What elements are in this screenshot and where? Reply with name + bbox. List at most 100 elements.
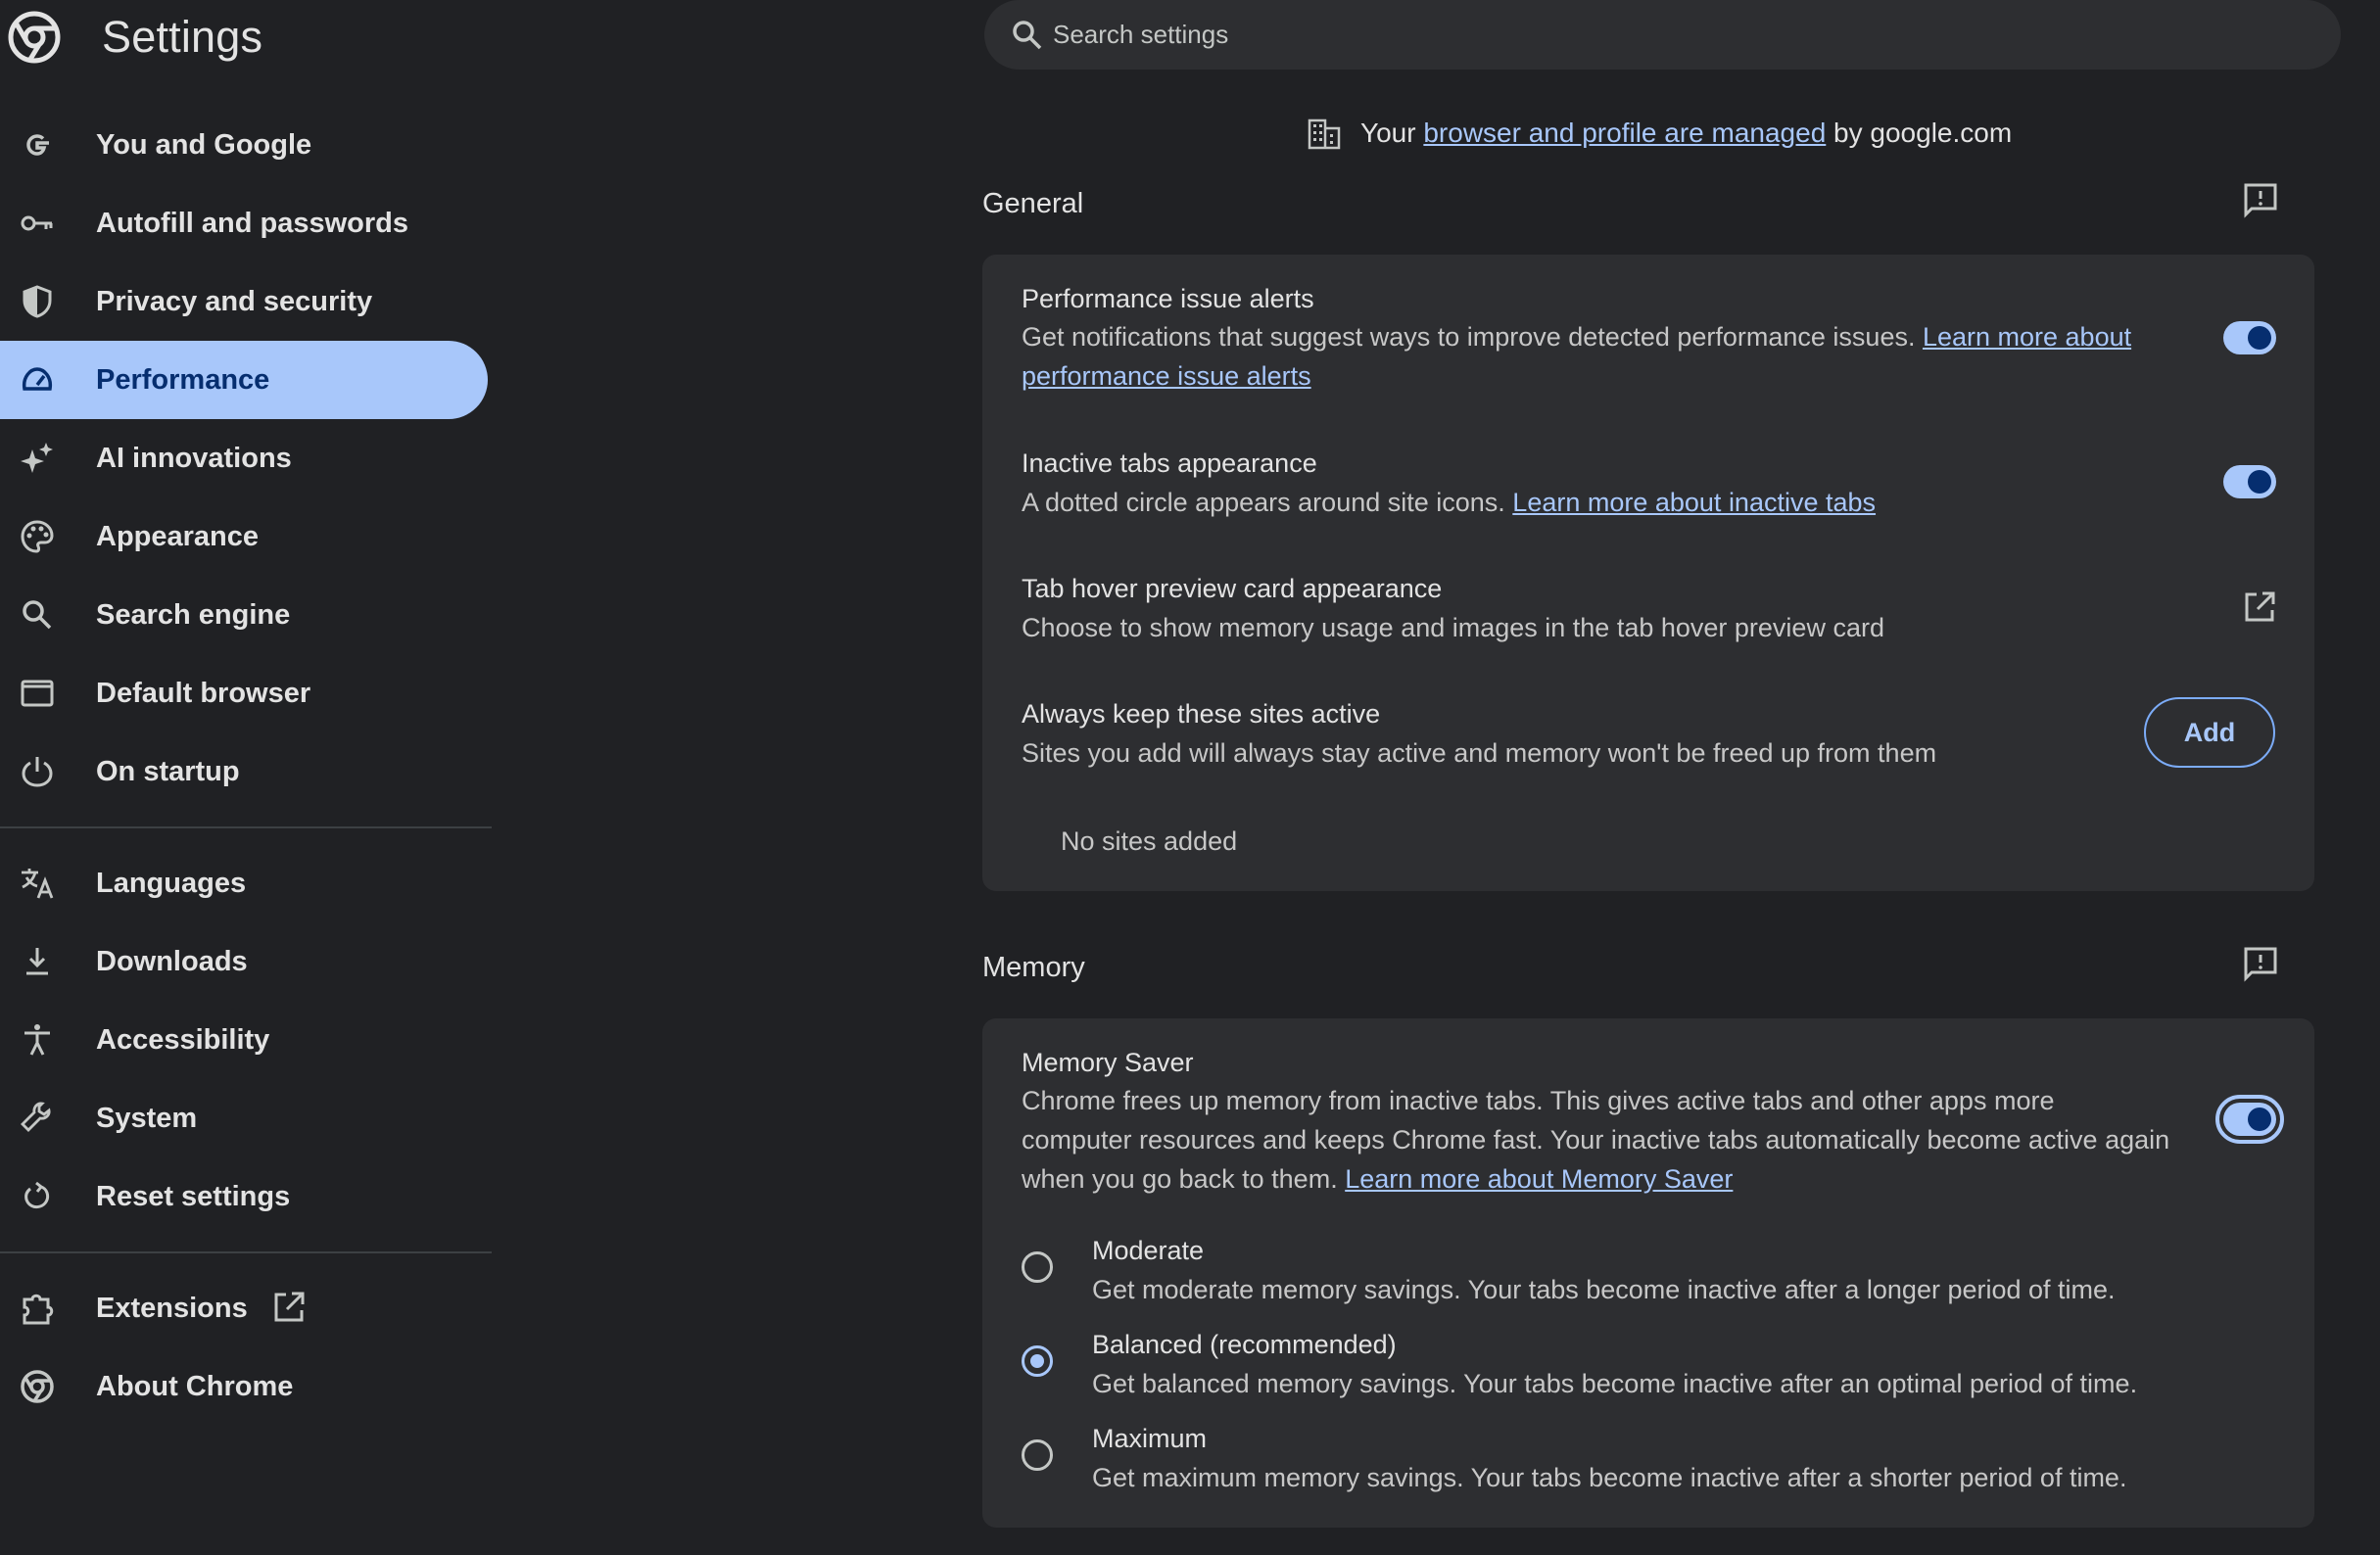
performance-alerts-toggle[interactable] xyxy=(2223,321,2276,354)
option-moderate-title: Moderate xyxy=(1092,1236,1205,1265)
power-icon xyxy=(18,752,57,791)
radio-balanced[interactable] xyxy=(1022,1345,1053,1377)
sidebar-item-on-startup[interactable]: On startup xyxy=(0,732,488,811)
managed-notice: Your browser and profile are managed by … xyxy=(1306,114,2012,153)
reset-icon xyxy=(18,1177,57,1216)
tab-hover-title: Tab hover preview card appearance xyxy=(1022,574,1443,603)
brand: Settings xyxy=(8,8,262,67)
sparkle-icon xyxy=(18,439,57,478)
sidebar-item-system[interactable]: System xyxy=(0,1079,488,1157)
sidebar-item-label: You and Google xyxy=(96,128,312,161)
link-text: Learn more about xyxy=(1922,322,2132,352)
feedback-icon[interactable] xyxy=(2241,180,2280,219)
no-sites-text: No sites added xyxy=(1061,826,1238,856)
sidebar-item-extensions[interactable]: Extensions xyxy=(0,1269,488,1347)
section-title-general: General xyxy=(982,188,1084,219)
performance-alerts-title: Performance issue alerts xyxy=(1022,284,1314,313)
download-icon xyxy=(18,942,57,981)
keep-active-title: Always keep these sites active xyxy=(1022,699,1381,729)
search-icon xyxy=(18,595,57,635)
inactive-tabs-desc: A dotted circle appears around site icon… xyxy=(1022,483,1876,522)
browser-window-icon xyxy=(18,674,57,713)
sidebar-item-label: Reset settings xyxy=(96,1180,291,1212)
sidebar-item-search-engine[interactable]: Search engine xyxy=(0,576,488,654)
sidebar-item-label: Privacy and security xyxy=(96,285,373,317)
radio-moderate[interactable] xyxy=(1022,1251,1053,1283)
memory-saver-title: Memory Saver xyxy=(1022,1048,1194,1077)
shield-icon xyxy=(18,282,57,321)
sidebar-item-you-and-google[interactable]: You and Google xyxy=(0,106,488,184)
sidebar-item-about-chrome[interactable]: About Chrome xyxy=(0,1347,488,1426)
translate-icon xyxy=(18,864,57,903)
wrench-icon xyxy=(18,1099,57,1138)
sidebar-item-downloads[interactable]: Downloads xyxy=(0,922,488,1001)
memory-saver-learn-more-link[interactable]: Learn more about Memory Saver xyxy=(1345,1164,1733,1194)
accessibility-icon xyxy=(18,1020,57,1060)
google-g-icon xyxy=(18,125,57,165)
sidebar-item-reset-settings[interactable]: Reset settings xyxy=(0,1157,488,1236)
sidebar-item-label: Autofill and passwords xyxy=(96,207,409,239)
sidebar-item-label: Appearance xyxy=(96,520,260,552)
performance-alerts-desc-text: Get notifications that suggest ways to i… xyxy=(1022,322,1923,352)
sidebar-divider xyxy=(0,1251,492,1253)
option-balanced-desc: Get balanced memory savings. Your tabs b… xyxy=(1092,1369,2138,1398)
sidebar-item-label: About Chrome xyxy=(96,1370,294,1402)
memory-saver-desc: Chrome frees up memory from inactive tab… xyxy=(1022,1081,2197,1199)
sidebar-item-ai-innovations[interactable]: AI innovations xyxy=(0,419,488,497)
sidebar-item-performance[interactable]: Performance xyxy=(0,341,488,419)
sidebar-item-label: Extensions xyxy=(96,1292,248,1324)
building-icon xyxy=(1308,118,1341,150)
chrome-icon xyxy=(18,1367,57,1406)
managed-text-prefix: Your xyxy=(1360,118,1424,148)
section-title-memory: Memory xyxy=(982,952,1085,983)
search-icon xyxy=(1013,21,1042,50)
sidebar-item-privacy[interactable]: Privacy and security xyxy=(0,262,488,341)
sidebar-item-accessibility[interactable]: Accessibility xyxy=(0,1001,488,1079)
inactive-tabs-desc-text: A dotted circle appears around site icon… xyxy=(1022,488,1513,517)
tab-hover-desc: Choose to show memory usage and images i… xyxy=(1022,613,1884,642)
key-icon xyxy=(18,204,57,243)
feedback-icon[interactable] xyxy=(2241,944,2280,983)
sidebar-item-autofill[interactable]: Autofill and passwords xyxy=(0,184,488,262)
sidebar-item-default-browser[interactable]: Default browser xyxy=(0,654,488,732)
sidebar-item-label: Accessibility xyxy=(96,1023,270,1056)
sidebar-item-label: System xyxy=(96,1102,198,1134)
search-input[interactable] xyxy=(1053,8,2307,62)
memory-saver-toggle[interactable] xyxy=(2215,1095,2284,1144)
puzzle-icon xyxy=(18,1289,57,1328)
sidebar: Settings You and Google Autofill and pas… xyxy=(0,0,494,1555)
performance-alerts-desc: Get notifications that suggest ways to i… xyxy=(1022,317,2177,396)
toggle-knob xyxy=(2248,470,2271,494)
sidebar-item-label: Search engine xyxy=(96,598,291,631)
sidebar-item-label: AI innovations xyxy=(96,442,292,474)
open-in-new-icon[interactable] xyxy=(2241,589,2278,626)
option-balanced-title: Balanced (recommended) xyxy=(1092,1330,1397,1359)
sidebar-item-languages[interactable]: Languages xyxy=(0,844,488,922)
speedometer-icon xyxy=(18,360,57,400)
inactive-tabs-toggle[interactable] xyxy=(2223,465,2276,498)
sidebar-item-label: Default browser xyxy=(96,677,311,709)
managed-text-suffix: by google.com xyxy=(1826,118,2013,148)
sidebar-item-appearance[interactable]: Appearance xyxy=(0,497,488,576)
sidebar-item-label: On startup xyxy=(96,755,240,787)
managed-link[interactable]: browser and profile are managed xyxy=(1423,118,1826,149)
open-in-new-icon xyxy=(274,1292,305,1322)
toggle-knob xyxy=(2248,326,2271,350)
app-title: Settings xyxy=(102,12,263,62)
add-site-button[interactable]: Add xyxy=(2144,697,2275,768)
radio-maximum[interactable] xyxy=(1022,1439,1053,1471)
keep-active-desc: Sites you add will always stay active an… xyxy=(1022,738,1937,768)
toggle-knob xyxy=(2248,1107,2271,1131)
inactive-tabs-title: Inactive tabs appearance xyxy=(1022,448,1317,478)
search-box[interactable] xyxy=(984,0,2341,70)
inactive-tabs-learn-more-link[interactable]: Learn more about inactive tabs xyxy=(1512,488,1876,517)
memory-saver-desc-line: when you go back to them. xyxy=(1022,1164,1346,1194)
link-text: performance issue alerts xyxy=(1022,361,1311,391)
option-maximum-desc: Get maximum memory savings. Your tabs be… xyxy=(1092,1463,2127,1492)
option-maximum-title: Maximum xyxy=(1092,1424,1208,1453)
sidebar-divider xyxy=(0,826,492,828)
memory-saver-desc-line: computer resources and keeps Chrome fast… xyxy=(1022,1125,2170,1154)
settings-page: Settings You and Google Autofill and pas… xyxy=(0,0,2380,1555)
sidebar-item-label: Languages xyxy=(96,867,247,899)
option-moderate-desc: Get moderate memory savings. Your tabs b… xyxy=(1092,1275,2116,1304)
